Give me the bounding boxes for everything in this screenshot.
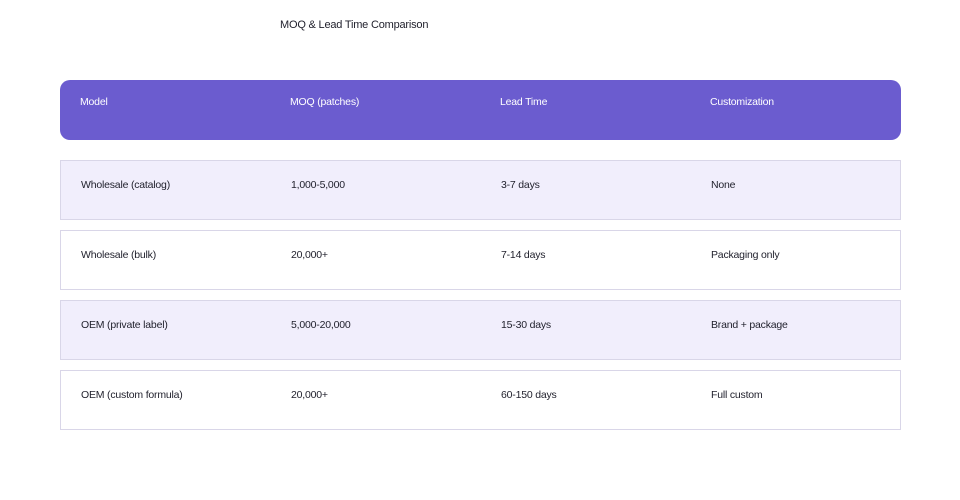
table-row: OEM (custom formula) 20,000+ 60-150 days… xyxy=(60,370,901,430)
cell-model: OEM (private label) xyxy=(81,319,168,331)
header-lead-time: Lead Time xyxy=(500,96,548,108)
cell-lead-time: 60-150 days xyxy=(501,389,557,401)
cell-model: OEM (custom formula) xyxy=(81,389,183,401)
cell-customization: Packaging only xyxy=(711,249,780,261)
cell-customization: None xyxy=(711,179,736,191)
cell-customization: Full custom xyxy=(711,389,763,401)
table-title: MOQ & Lead Time Comparison xyxy=(280,19,429,31)
table-row: Wholesale (catalog) 1,000-5,000 3-7 days… xyxy=(60,160,901,220)
cell-model: Wholesale (bulk) xyxy=(81,249,156,261)
cell-lead-time: 15-30 days xyxy=(501,319,551,331)
cell-model: Wholesale (catalog) xyxy=(81,179,170,191)
table-row: Wholesale (bulk) 20,000+ 7-14 days Packa… xyxy=(60,230,901,290)
header-model: Model xyxy=(80,96,108,108)
table-header-row: Model MOQ (patches) Lead Time Customizat… xyxy=(60,80,901,140)
page: MOQ & Lead Time Comparison Model MOQ (pa… xyxy=(0,0,960,500)
cell-moq: 5,000-20,000 xyxy=(291,319,351,331)
header-customization: Customization xyxy=(710,96,774,108)
cell-lead-time: 3-7 days xyxy=(501,179,540,191)
cell-moq: 1,000-5,000 xyxy=(291,179,345,191)
table-row: OEM (private label) 5,000-20,000 15-30 d… xyxy=(60,300,901,360)
cell-moq: 20,000+ xyxy=(291,249,328,261)
cell-moq: 20,000+ xyxy=(291,389,328,401)
header-moq: MOQ (patches) xyxy=(290,96,360,108)
comparison-table: Model MOQ (patches) Lead Time Customizat… xyxy=(60,80,901,430)
cell-customization: Brand + package xyxy=(711,319,788,331)
cell-lead-time: 7-14 days xyxy=(501,249,546,261)
